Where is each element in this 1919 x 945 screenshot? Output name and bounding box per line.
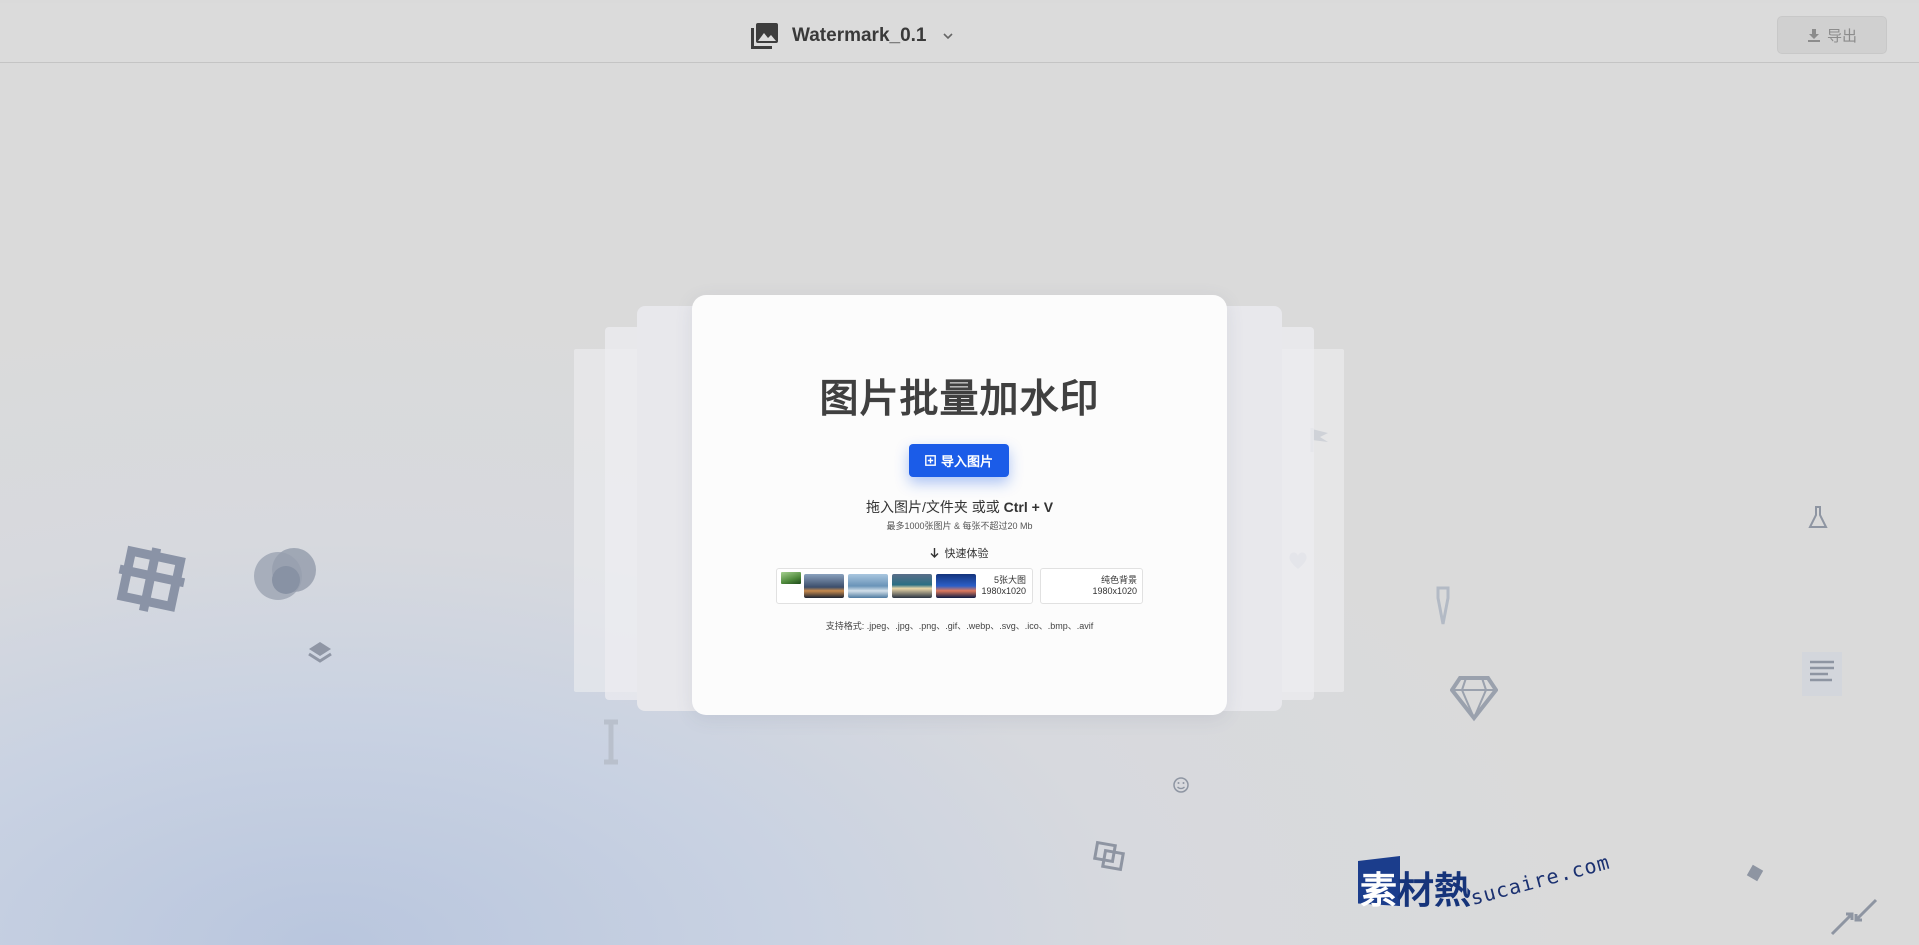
- page-title: 图片批量加水印: [819, 378, 1100, 421]
- sample-thumbnail: [892, 574, 932, 598]
- flask-icon: [1808, 506, 1828, 528]
- watermark-en: sucaire.com: [1467, 849, 1613, 910]
- text-cursor-icon: [604, 719, 618, 765]
- sample-images-label: 5张大图 1980x1020: [981, 575, 1026, 597]
- solid-background-label: 纯色背景 1980x1020: [1092, 575, 1137, 597]
- watermark-logo: 素材熱 sucaire.com: [1358, 849, 1618, 928]
- solid-background-title: 纯色背景: [1100, 575, 1137, 585]
- project-name: Watermark_0.1: [792, 25, 927, 46]
- sample-images-option[interactable]: 5张大图 1980x1020: [776, 568, 1033, 604]
- top-bar: Watermark_0.1 导出: [0, 3, 1919, 63]
- add-square-icon: [925, 455, 936, 466]
- blend-icon: [254, 548, 316, 600]
- compress-icon: [1830, 898, 1878, 936]
- sample-size: 1980x1020: [981, 586, 1026, 596]
- sample-thumbnail: [804, 574, 844, 598]
- download-icon: [1807, 29, 1820, 42]
- drop-hint-text: 拖入图片/文件夹 或或: [865, 499, 1000, 515]
- sample-thumbnail: [848, 574, 888, 598]
- export-button[interactable]: 导出: [1777, 16, 1887, 54]
- tag-icon: [1746, 864, 1764, 882]
- quick-try-title: 快速体验: [692, 545, 1227, 561]
- dropper-icon: [1436, 586, 1450, 625]
- crop-icon: [116, 545, 186, 612]
- smile-icon: [1173, 777, 1189, 793]
- copy-icon: [1093, 840, 1125, 872]
- watermark-cn-rest: 材熱: [1397, 869, 1471, 912]
- import-button-label: 导入图片: [940, 454, 993, 469]
- paste-shortcut: Ctrl + V: [1003, 499, 1054, 515]
- sample-thumbnail: [781, 572, 801, 584]
- diamond-icon: [1450, 676, 1498, 722]
- upload-limit: 最多1000张图片 & 每张不超过20 Mb: [886, 521, 1033, 531]
- solid-background-size: 1980x1020: [1092, 586, 1137, 596]
- watermark-cn-first: 素: [1360, 869, 1397, 912]
- watermark-cn: 素材熱: [1360, 860, 1471, 914]
- arrow-down-icon: [930, 548, 939, 558]
- quick-try-label: 快速体验: [944, 548, 989, 560]
- document-icon: [1802, 652, 1842, 696]
- drop-hint: 拖入图片/文件夹 或或 Ctrl + V: [692, 497, 1227, 517]
- supported-formats: 支持格式: .jpeg、.jpg、.png、.gif、.webp、.svg、.i…: [825, 621, 1094, 631]
- chevron-down-icon[interactable]: [942, 30, 954, 42]
- sample-count: 5张大图: [993, 575, 1026, 585]
- import-images-button[interactable]: 导入图片: [909, 444, 1009, 477]
- solid-background-option[interactable]: 纯色背景 1980x1020: [1040, 568, 1143, 604]
- project-selector[interactable]: Watermark_0.1: [750, 19, 954, 53]
- image-icon: [751, 23, 778, 49]
- import-card[interactable]: 图片批量加水印 导入图片 拖入图片/文件夹 或或 Ctrl + V 最多1000…: [692, 295, 1227, 715]
- layers-icon: [308, 642, 332, 663]
- export-label: 导出: [1826, 27, 1857, 45]
- sample-thumbnail: [936, 574, 976, 598]
